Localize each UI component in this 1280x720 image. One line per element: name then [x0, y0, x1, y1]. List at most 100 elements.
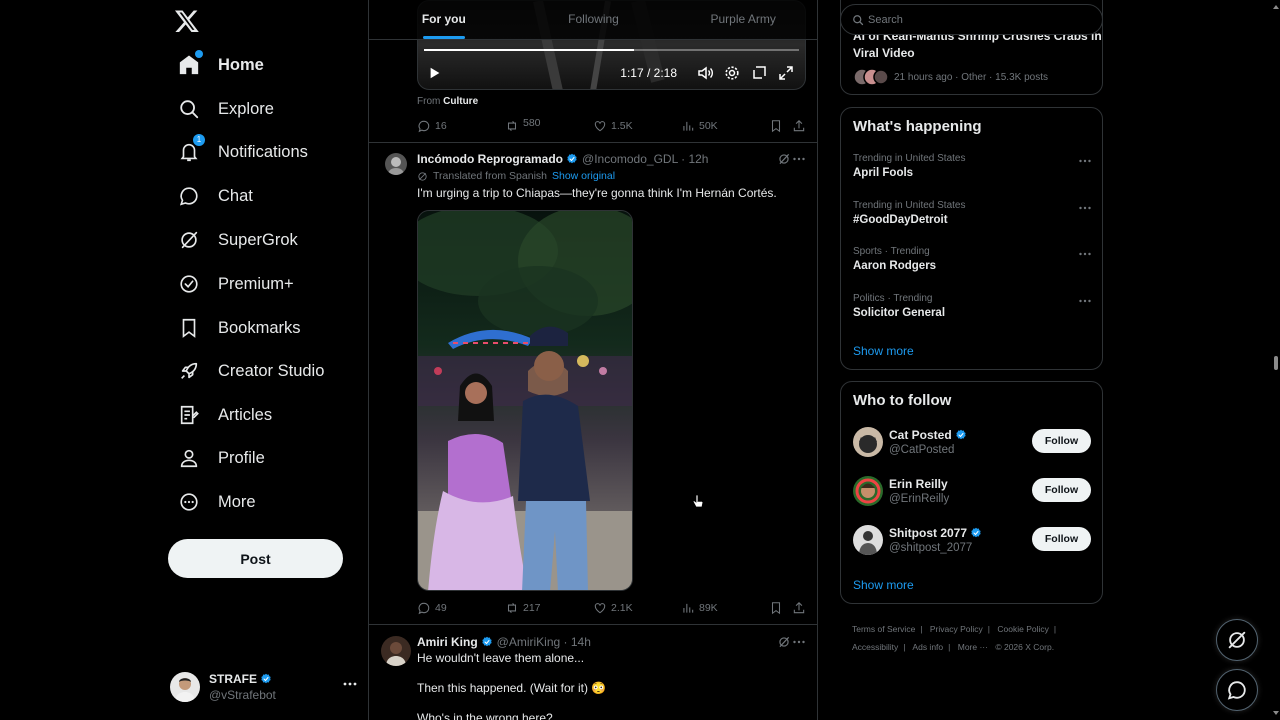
views-button[interactable]: 50K [681, 119, 718, 133]
trend-item[interactable]: Trending in United States #GoodDayDetroi… [853, 200, 1093, 226]
divider [369, 624, 817, 625]
more-horizontal-icon[interactable] [340, 674, 360, 694]
more-horizontal-icon[interactable] [1077, 153, 1093, 169]
nav-notifications[interactable]: 1 Notifications [170, 130, 308, 174]
tab-purple-army[interactable]: Purple Army [668, 0, 817, 39]
fullscreen-icon[interactable] [777, 64, 795, 82]
repost-count: 217 [523, 602, 541, 614]
nav-creator-studio[interactable]: Creator Studio [170, 349, 324, 393]
picture-in-picture-icon[interactable] [750, 64, 768, 82]
reply-button[interactable]: 49 [417, 601, 447, 615]
share-button[interactable] [792, 119, 806, 133]
footer-link-terms[interactable]: Terms of Service [852, 624, 915, 634]
nav-home[interactable]: Home [170, 43, 264, 87]
nav-profile[interactable]: Profile [170, 436, 265, 480]
messages-float-button[interactable] [1216, 669, 1258, 711]
show-more-link[interactable]: Show more [853, 344, 914, 358]
verified-badge-icon [955, 429, 967, 441]
views-button[interactable]: 89K [681, 601, 718, 615]
news-meta: 21 hours ago · Other · 15.3K posts [894, 71, 1048, 83]
repost-button[interactable]: 217 [505, 601, 541, 615]
show-more-link[interactable]: Show more [853, 578, 914, 592]
avatar[interactable] [385, 153, 407, 175]
page-scrollbar[interactable] [1272, 0, 1280, 720]
views-chart-icon [681, 119, 695, 133]
right-sidebar: AI of Kean-Mantis Shrimp Crushes Crabs i… [840, 0, 1104, 720]
avatar[interactable] [381, 636, 411, 666]
section-title: Who to follow [853, 392, 952, 409]
footer-link-privacy[interactable]: Privacy Policy [930, 624, 983, 634]
chat-icon [1226, 679, 1248, 701]
nav-supergrok[interactable]: SuperGrok [170, 218, 298, 262]
footer-link-accessibility[interactable]: Accessibility [852, 642, 898, 652]
user-handle: @ErinReilly [889, 493, 950, 505]
nav-bookmarks[interactable]: Bookmarks [170, 306, 301, 350]
bookmark-button[interactable] [769, 601, 783, 615]
author-handle[interactable]: @AmiriKing · 14h [497, 635, 591, 649]
trend-item[interactable]: Politics · Trending Solicitor General [853, 293, 1093, 319]
scroll-down-arrow-icon[interactable] [1273, 710, 1279, 716]
community-source: From Culture [417, 96, 478, 107]
footer-link-cookie[interactable]: Cookie Policy [997, 624, 1049, 634]
scroll-up-arrow-icon[interactable] [1273, 4, 1279, 10]
search-input[interactable] [868, 13, 1088, 26]
share-button[interactable] [792, 601, 806, 615]
author-name[interactable]: Amiri King [417, 635, 478, 649]
more-horizontal-icon[interactable] [1077, 293, 1093, 309]
more-horizontal-icon[interactable] [791, 634, 807, 650]
follow-button[interactable]: Follow [1032, 478, 1091, 502]
show-original-link[interactable]: Show original [552, 170, 615, 182]
nav-label: More [218, 492, 256, 511]
notification-dot [195, 50, 203, 58]
tweet-actions: 16 580 1.5K 50K [417, 117, 806, 135]
trend-item[interactable]: Trending in United States April Fools [853, 153, 1093, 179]
footer-link-more[interactable]: More ··· [958, 642, 988, 652]
premium-icon [176, 271, 202, 297]
nav-label: SuperGrok [218, 230, 298, 249]
user-name: Shitpost 2077 [889, 526, 968, 540]
reply-button[interactable]: 16 [417, 119, 447, 133]
repost-button[interactable]: 580 [505, 117, 541, 133]
tweet-media-image[interactable] [417, 210, 633, 591]
trend-name: #GoodDayDetroit [853, 214, 948, 226]
search-box[interactable] [840, 4, 1103, 35]
trend-item[interactable]: Sports · Trending Aaron Rodgers [853, 246, 1093, 272]
more-horizontal-icon[interactable] [791, 151, 807, 167]
tweet-text-line: Then this happened. (Wait for it) 😳 [417, 681, 607, 695]
post-button[interactable]: Post [168, 539, 343, 578]
video-progress-bar[interactable] [424, 49, 799, 51]
play-icon[interactable] [428, 66, 442, 80]
nav-chat[interactable]: Chat [170, 174, 253, 218]
scrollbar-thumb[interactable] [1274, 356, 1278, 370]
author-handle[interactable]: @Incomodo_GDL · 12h [582, 152, 708, 166]
tab-following[interactable]: Following [519, 0, 669, 39]
account-switcher[interactable]: STRAFE @vStrafebot [170, 664, 360, 710]
like-button[interactable]: 2.1K [593, 601, 633, 615]
nav-more[interactable]: More [170, 480, 256, 524]
nav-articles[interactable]: Articles [170, 393, 272, 437]
grok-icon[interactable] [777, 152, 791, 166]
nav-explore[interactable]: Explore [170, 87, 274, 131]
user-name: Cat Posted [889, 428, 952, 442]
grok-float-button[interactable] [1216, 619, 1258, 661]
footer-link-ads[interactable]: Ads info [912, 642, 943, 652]
tab-for-you[interactable]: For you [369, 0, 519, 39]
tweet-text-line: He wouldn't leave them alone... [417, 651, 585, 665]
follow-button[interactable]: Follow [1032, 527, 1091, 551]
like-button[interactable]: 1.5K [593, 119, 633, 133]
more-horizontal-icon[interactable] [1077, 200, 1093, 216]
settings-gear-icon[interactable] [723, 64, 741, 82]
follow-suggestion[interactable]: Shitpost 2077 @shitpost_2077 Follow [853, 525, 1091, 557]
follow-button[interactable]: Follow [1032, 429, 1091, 453]
follow-suggestion[interactable]: Cat Posted @CatPosted Follow [853, 427, 1091, 459]
grok-icon[interactable] [777, 635, 791, 649]
volume-icon[interactable] [696, 64, 714, 82]
follow-suggestion[interactable]: Erin Reilly @ErinReilly Follow [853, 476, 1091, 508]
bookmark-button[interactable] [769, 119, 783, 133]
nav-premium[interactable]: Premium+ [170, 262, 294, 306]
author-name[interactable]: Incómodo Reprogramado [417, 152, 563, 166]
news-meta-row: 21 hours ago · Other · 15.3K posts [853, 68, 1048, 86]
x-logo-icon[interactable] [174, 8, 200, 34]
more-horizontal-icon[interactable] [1077, 246, 1093, 262]
community-link[interactable]: Culture [443, 96, 478, 107]
